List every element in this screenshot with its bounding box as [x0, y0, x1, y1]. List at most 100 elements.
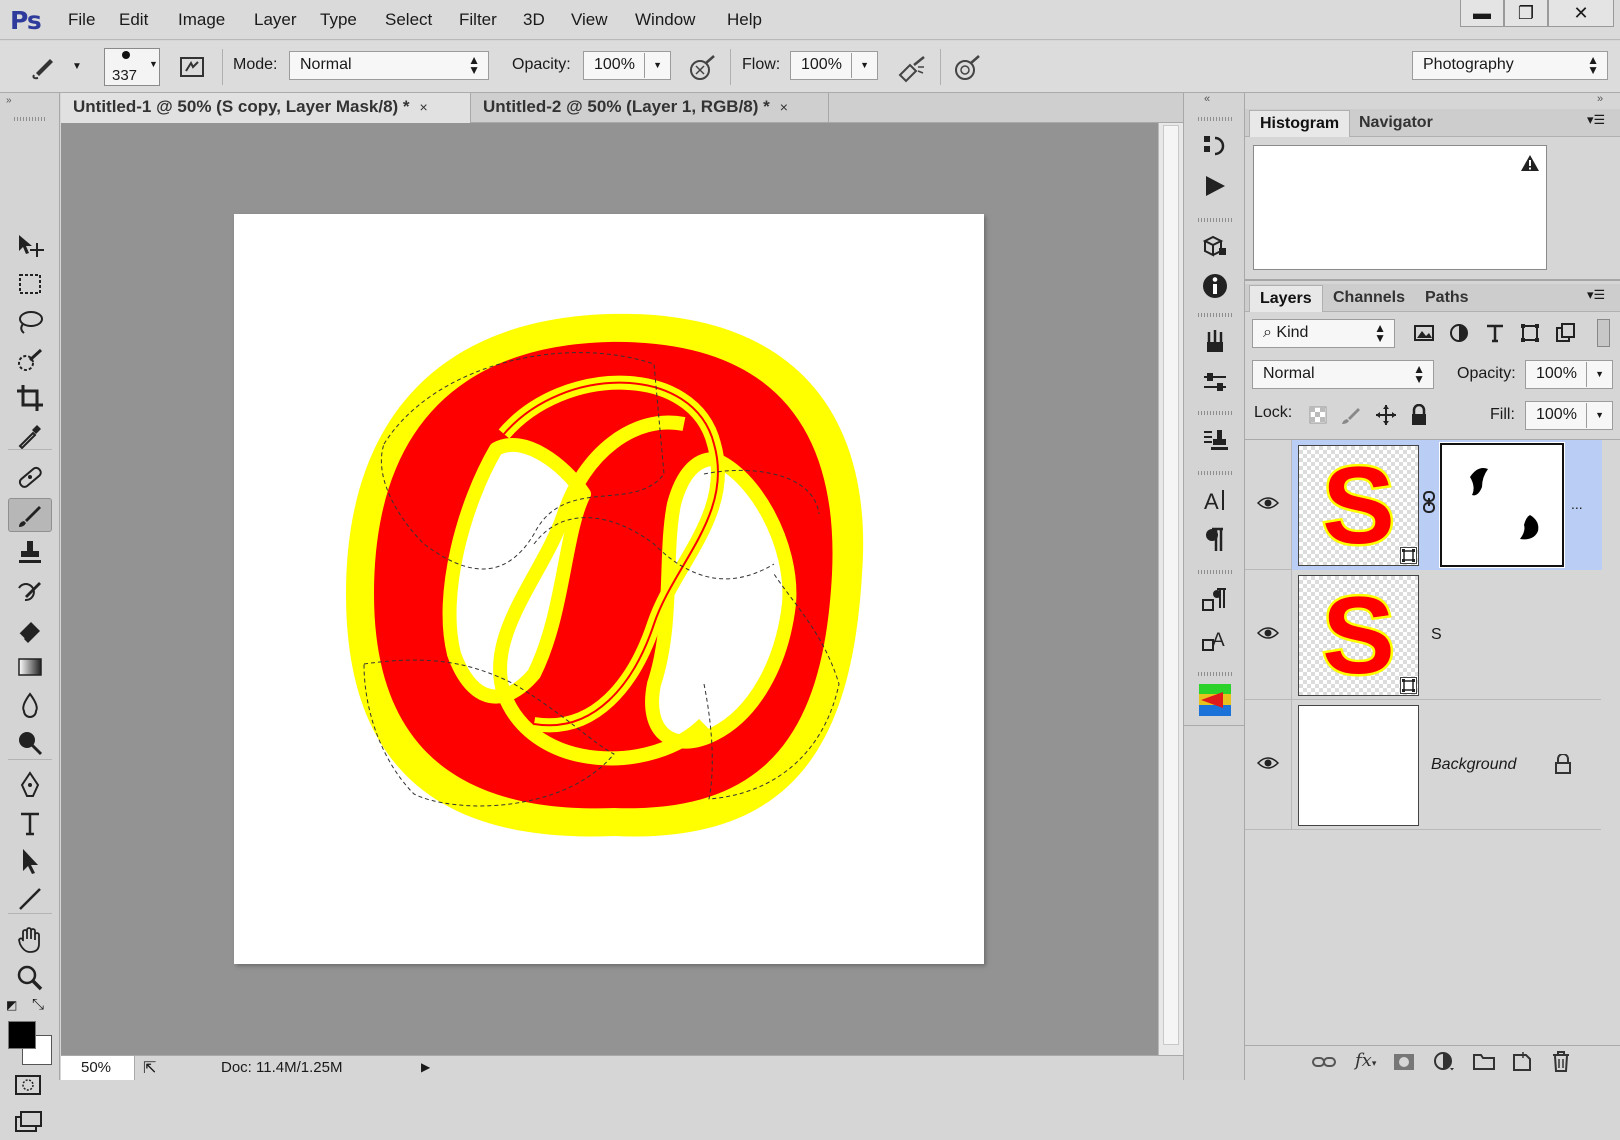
type-tool[interactable] — [8, 806, 52, 840]
layer-row-s[interactable]: S S — [1245, 570, 1601, 700]
pressure-opacity-icon[interactable] — [688, 53, 718, 88]
menu-filter[interactable]: Filter — [459, 10, 497, 30]
eraser-tool[interactable] — [8, 612, 52, 646]
panel-menu-icon[interactable]: ▾☰ — [1587, 112, 1605, 128]
paragraph-styles-icon[interactable] — [1198, 583, 1232, 617]
lock-position-icon[interactable] — [1375, 404, 1397, 431]
quick-mask-icon[interactable] — [14, 1073, 44, 1104]
crop-tool[interactable] — [8, 381, 52, 415]
zoom-tool[interactable] — [8, 961, 52, 995]
line-tool[interactable] — [8, 882, 52, 916]
fill-input[interactable]: 100% ▼ — [1525, 401, 1613, 430]
opacity-input[interactable]: 100% ▼ — [583, 51, 671, 80]
workspace-select[interactable]: Photography ▲ ▼ — [1412, 51, 1608, 80]
layer-row-s-copy[interactable]: S ... — [1245, 440, 1602, 570]
warning-icon[interactable] — [1520, 154, 1540, 177]
clone-source-icon[interactable] — [1198, 423, 1232, 457]
vertical-scrollbar[interactable] — [1158, 123, 1183, 1055]
new-adjustment-layer-icon[interactable] — [1433, 1051, 1455, 1078]
minimize-button[interactable]: ▬ — [1460, 0, 1504, 27]
collapse-panels-icon[interactable]: » — [1597, 93, 1603, 105]
visibility-eye-icon[interactable] — [1256, 624, 1280, 645]
mode-select[interactable]: Normal ▲ ▼ — [289, 51, 489, 80]
pen-tool[interactable] — [8, 768, 52, 802]
filter-type-icon[interactable] — [1484, 322, 1506, 349]
healing-brush-tool[interactable] — [8, 460, 52, 494]
chevron-down-icon[interactable]: ▼ — [644, 53, 662, 78]
history-panel-icon[interactable] — [1198, 129, 1232, 163]
adjustments-sliders-icon[interactable] — [1198, 365, 1232, 399]
tab-paths[interactable]: Paths — [1415, 285, 1479, 312]
visibility-eye-icon[interactable] — [1256, 754, 1280, 775]
expand-panels-icon[interactable]: « — [1204, 93, 1210, 105]
menu-3d[interactable]: 3D — [523, 10, 545, 30]
chevron-down-icon[interactable]: ▼ — [72, 61, 82, 72]
swap-colors-icon[interactable]: ⤡ — [32, 996, 44, 1013]
lasso-tool[interactable] — [8, 305, 52, 339]
layer-filter-kind-select[interactable]: ⌕ Kind ▲ ▼ — [1252, 319, 1395, 348]
close-tab-icon[interactable]: × — [420, 99, 428, 115]
marquee-tool[interactable] — [8, 267, 52, 301]
info-icon[interactable] — [1198, 269, 1232, 303]
zoom-field[interactable]: 50% — [61, 1056, 135, 1080]
document-canvas[interactable] — [234, 214, 984, 964]
paragraph-panel-icon[interactable] — [1198, 523, 1232, 557]
hand-tool[interactable] — [8, 923, 52, 957]
restore-button[interactable]: ❐ — [1504, 0, 1548, 27]
menu-view[interactable]: View — [571, 10, 608, 30]
tab-layers[interactable]: Layers — [1249, 285, 1323, 312]
pressure-size-icon[interactable] — [953, 53, 983, 88]
brush-size-picker[interactable]: 337 ▼ — [104, 48, 160, 86]
path-selection-tool[interactable] — [8, 844, 52, 878]
flow-input[interactable]: 100% ▼ — [790, 51, 878, 80]
tab-channels[interactable]: Channels — [1323, 285, 1415, 312]
layer-row-background[interactable]: Background — [1245, 700, 1601, 830]
menu-layer[interactable]: Layer — [254, 10, 297, 30]
blend-mode-select[interactable]: Normal ▲ ▼ — [1252, 360, 1434, 389]
lock-all-icon[interactable] — [1409, 403, 1429, 431]
visibility-eye-icon[interactable] — [1256, 494, 1280, 515]
menu-window[interactable]: Window — [635, 10, 695, 30]
close-tab-icon[interactable]: × — [780, 99, 788, 115]
tab-untitled-1[interactable]: Untitled-1 @ 50% (S copy, Layer Mask/8) … — [61, 93, 471, 123]
new-group-folder-icon[interactable] — [1473, 1051, 1495, 1076]
blur-tool[interactable] — [8, 688, 52, 722]
chevron-down-icon[interactable]: ▼ — [851, 53, 869, 78]
layer-style-fx-icon[interactable]: fx▾ — [1355, 1050, 1376, 1071]
filter-smart-object-icon[interactable] — [1554, 322, 1576, 349]
filter-adjustment-icon[interactable] — [1448, 322, 1470, 349]
brush-panel-toggle-icon[interactable] — [178, 53, 206, 86]
filter-toggle-switch[interactable] — [1597, 319, 1610, 347]
menu-edit[interactable]: Edit — [119, 10, 148, 30]
link-layers-icon[interactable] — [1312, 1053, 1336, 1076]
history-brush-tool[interactable] — [8, 574, 52, 608]
menu-file[interactable]: File — [68, 10, 95, 30]
brush-tool-preset-icon[interactable] — [30, 51, 79, 86]
color-panel-icon[interactable] — [1198, 683, 1232, 717]
scroll-thumb[interactable] — [1163, 125, 1179, 1045]
menu-type[interactable]: Type — [320, 10, 357, 30]
layer-mask-thumbnail[interactable] — [1439, 442, 1565, 568]
add-mask-icon[interactable] — [1393, 1053, 1415, 1076]
status-menu-arrow-icon[interactable]: ▶ — [421, 1060, 430, 1074]
move-tool[interactable] — [8, 229, 52, 263]
gradient-tool[interactable] — [8, 650, 52, 684]
3d-panel-icon[interactable] — [1198, 230, 1232, 264]
chevron-down-icon[interactable]: ▼ — [1586, 403, 1604, 428]
tab-untitled-2[interactable]: Untitled-2 @ 50% (Layer 1, RGB/8) * × — [471, 93, 829, 123]
actions-play-icon[interactable] — [1198, 169, 1232, 203]
collapse-icon[interactable]: » — [6, 95, 12, 106]
menu-select[interactable]: Select — [385, 10, 432, 30]
quick-selection-tool[interactable] — [8, 343, 52, 377]
default-colors-icon[interactable]: ◩ — [6, 998, 17, 1012]
filter-pixel-icon[interactable] — [1413, 322, 1435, 349]
menu-help[interactable]: Help — [727, 10, 762, 30]
canvas-area[interactable] — [61, 123, 1158, 1055]
chevron-down-icon[interactable]: ▼ — [1586, 362, 1604, 387]
foreground-color-swatch[interactable] — [8, 1021, 36, 1049]
lock-transparency-icon[interactable] — [1308, 405, 1328, 430]
brush-presets-icon[interactable] — [1198, 325, 1232, 359]
character-panel-icon[interactable]: A — [1198, 483, 1232, 517]
close-button[interactable]: ✕ — [1548, 0, 1614, 27]
airbrush-icon[interactable] — [896, 53, 928, 88]
